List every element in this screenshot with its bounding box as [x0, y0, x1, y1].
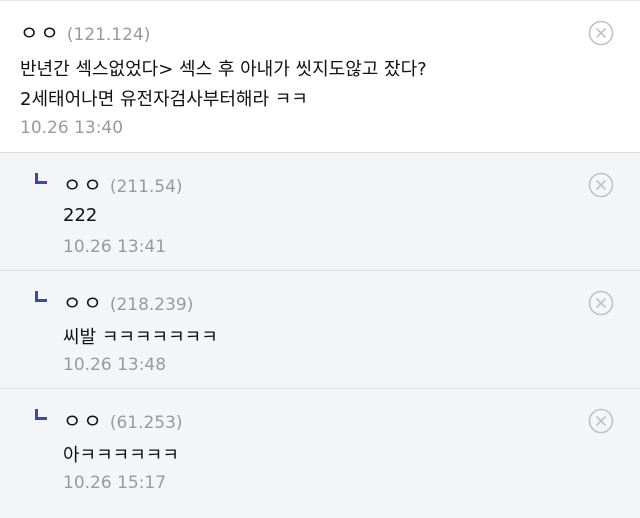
close-circle-icon[interactable]: [588, 20, 614, 46]
reply-timestamp: 10.26 15:17: [63, 473, 167, 493]
reply-timestamp: 10.26 13:41: [63, 237, 167, 257]
close-circle-icon[interactable]: [588, 408, 614, 434]
reply-arrow-icon: [35, 173, 47, 184]
reply-item: ㅇㅇ (218.239) 씨발 ㅋㅋㅋㅋㅋㅋㅋ 10.26 13:48: [0, 271, 640, 389]
reply-arrow-icon: [35, 409, 47, 420]
comment-body: 반년간 섹스없었다> 섹스 후 아내가 씻지도않고 잤다? 2세태어나면 유전자…: [20, 55, 580, 115]
reply-text: 222: [63, 205, 98, 226]
comment-nickname[interactable]: ㅇㅇ: [20, 17, 61, 46]
comment-text-line: 2세태어나면 유전자검사부터해라 ㅋㅋ: [20, 89, 308, 110]
comment-thread: ㅇㅇ (121.124) 반년간 섹스없었다> 섹스 후 아내가 씻지도않고 잤…: [0, 0, 640, 518]
comment-ip: (121.124): [66, 25, 151, 45]
close-circle-icon[interactable]: [588, 172, 614, 198]
comment-header: ㅇㅇ (121.124): [20, 17, 150, 46]
reply-item: ㅇㅇ (211.54) 222 10.26 13:41: [0, 153, 640, 271]
close-circle-icon[interactable]: [588, 290, 614, 316]
reply-nickname[interactable]: ㅇㅇ: [63, 169, 104, 198]
reply-ip: (61.253): [109, 413, 183, 433]
reply-ip: (211.54): [109, 177, 183, 197]
reply-header: ㅇㅇ (218.239): [63, 287, 193, 316]
reply-nickname[interactable]: ㅇㅇ: [63, 287, 104, 316]
reply-timestamp: 10.26 13:48: [63, 355, 167, 375]
reply-arrow-icon: [35, 291, 47, 302]
reply-text: 아ㅋㅋㅋㅋㅋㅋ: [63, 445, 179, 466]
reply-ip: (218.239): [109, 295, 194, 315]
comment-item: ㅇㅇ (121.124) 반년간 섹스없었다> 섹스 후 아내가 씻지도않고 잤…: [0, 0, 640, 153]
reply-header: ㅇㅇ (211.54): [63, 169, 183, 198]
reply-item: ㅇㅇ (61.253) 아ㅋㅋㅋㅋㅋㅋ 10.26 15:17: [0, 389, 640, 518]
reply-header: ㅇㅇ (61.253): [63, 405, 183, 434]
reply-nickname[interactable]: ㅇㅇ: [63, 405, 104, 434]
comment-timestamp: 10.26 13:40: [20, 118, 124, 138]
comment-text-line: 반년간 섹스없었다> 섹스 후 아내가 씻지도않고 잤다?: [20, 59, 427, 80]
reply-text: 씨발 ㅋㅋㅋㅋㅋㅋㅋ: [63, 327, 218, 348]
